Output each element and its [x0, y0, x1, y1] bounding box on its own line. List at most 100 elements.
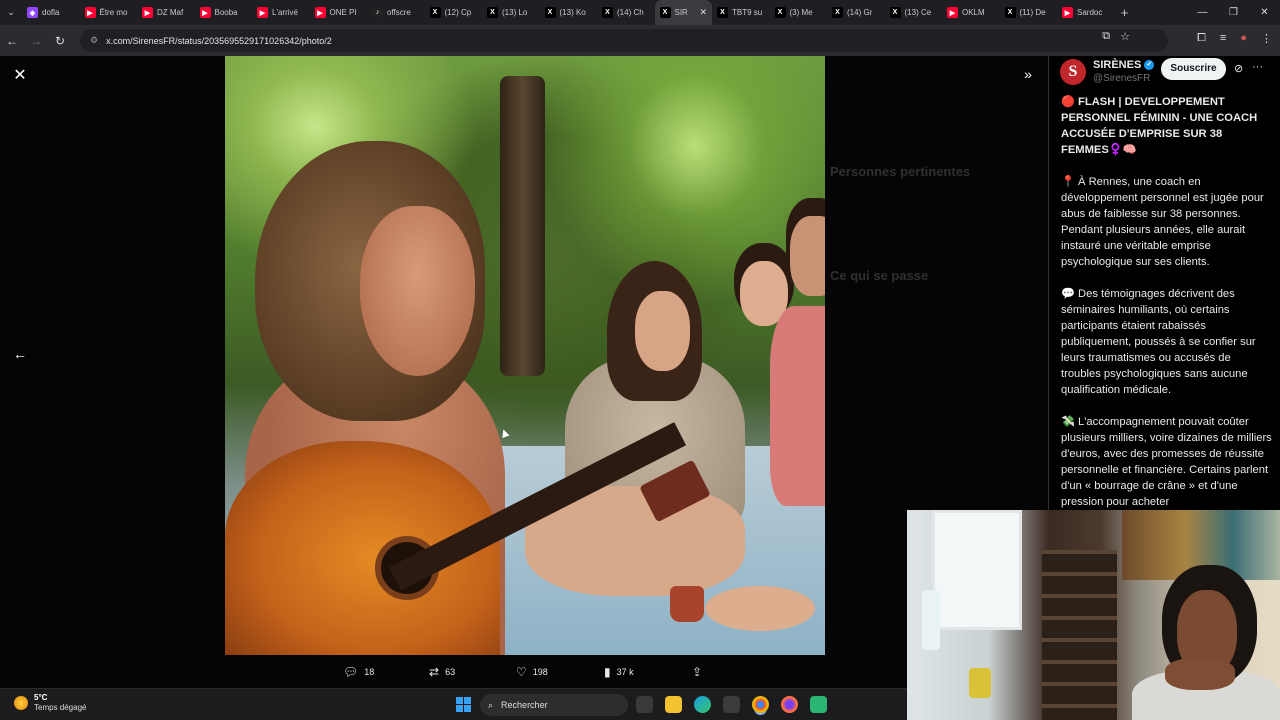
tab-label: Sardoc [1077, 8, 1103, 17]
tab-label: (14) Gr [847, 8, 873, 17]
author-name-row[interactable]: SIRÈNES ✓ [1093, 59, 1155, 71]
x-icon: X [1004, 7, 1016, 18]
subscribe-button[interactable]: Souscrire [1161, 58, 1226, 80]
share-icon: ⇪ [692, 665, 703, 679]
tab-search-icon[interactable]: ⌄ [0, 0, 22, 25]
tab-label: Être mo [99, 8, 128, 17]
youtube-icon: ▶ [1062, 7, 1073, 18]
profile-icon[interactable]: ● [1240, 32, 1247, 45]
minimize-icon[interactable]: — [1187, 7, 1218, 18]
tweet-photo [225, 56, 825, 655]
reply-button[interactable]: 💬︎ 18 [343, 665, 374, 679]
browser-tab[interactable]: ▶ L'arrivé [252, 0, 310, 25]
views-button[interactable]: ▮ 37 k [604, 665, 634, 679]
browser-tab[interactable]: ▶ OKLM [942, 0, 1000, 25]
store-icon[interactable] [723, 696, 740, 713]
url-text: x.com/SirenesFR/status/20356955291710263… [106, 35, 332, 46]
webcam-spray-bottle [922, 590, 940, 650]
guitarist-face [360, 206, 475, 376]
tab-label: (13) Ce [904, 8, 932, 17]
repost-button[interactable]: ⇄ 63 [429, 665, 455, 679]
browser-tab[interactable]: ♪ offscre [367, 0, 425, 25]
tab-label: dofla [42, 8, 60, 17]
new-tab-button[interactable]: + [1115, 5, 1135, 20]
close-window-icon[interactable]: ✕ [1249, 7, 1280, 18]
reply-count: 18 [364, 667, 375, 677]
windows-start-icon[interactable] [456, 697, 471, 712]
file-explorer-icon[interactable] [665, 696, 682, 713]
browser-tab[interactable]: ◆ dofla [22, 0, 80, 25]
sun-icon [14, 696, 28, 710]
webcam-jar [969, 668, 991, 698]
search-icon: ⌕ [488, 699, 494, 710]
media-control-icon[interactable]: ≡ [1220, 32, 1226, 45]
repost-count: 63 [445, 667, 456, 677]
browser-tab[interactable]: X (13) Ko [540, 0, 598, 25]
maximize-icon[interactable]: ❐ [1218, 7, 1249, 18]
seated-woman-face [635, 291, 690, 371]
tweet-text: 🔴 FLASH | DEVELOPPEMENT PERSONNEL FÉMINI… [1061, 94, 1273, 526]
windows-taskbar: 5°C Temps dégagé ⌕ Rechercher [0, 688, 907, 720]
tab-label: L'arrivé [272, 8, 298, 17]
address-bar[interactable]: ⚙ x.com/SirenesFR/status/203569552917102… [80, 29, 1168, 52]
taskbar-search[interactable]: ⌕ Rechercher [480, 694, 628, 716]
reload-icon[interactable]: ↻ [48, 34, 72, 48]
browser-tab[interactable]: ▶ ONE PI [310, 0, 368, 25]
like-count: 198 [532, 667, 548, 677]
browser-tab[interactable]: X SIR ✕ [654, 0, 712, 25]
weather-widget[interactable]: 5°C Temps dégagé [14, 693, 86, 713]
share-button[interactable]: ⇪ [692, 665, 702, 679]
avatar[interactable]: S [1060, 59, 1086, 85]
youtube-icon: ▶ [257, 7, 268, 18]
tab-list: ◆ dofla ▶ Être mo ▶ DZ Maf ▶ Booba ▶ L'arrivé ▶ ONE… [22, 0, 1115, 25]
forward-icon[interactable]: → [24, 34, 48, 48]
man-face [790, 216, 825, 296]
bookmark-star-icon[interactable]: ☆ [1120, 30, 1130, 43]
heart-icon: ♡ [516, 665, 527, 679]
grok-icon[interactable]: ⊘ [1234, 62, 1243, 75]
browser-tab[interactable]: ▶ Sardoc [1057, 0, 1115, 25]
site-info-icon[interactable]: ⚙ [90, 35, 98, 46]
youtube-icon: ▶ [314, 7, 326, 18]
tweet-header: S SIRÈNES ✓ @SirenesFR Souscrire ⊘ ··· [1049, 56, 1280, 92]
x-icon: X [602, 7, 613, 18]
browser-toolbar: ← → ↻ ⚙ x.com/SirenesFR/status/203569552… [0, 25, 1280, 56]
chrome-icon[interactable] [752, 696, 769, 713]
close-viewer-icon[interactable]: ✕ [10, 66, 30, 86]
task-view-icon[interactable] [636, 696, 653, 713]
browser-tab[interactable]: X (11) De [1000, 0, 1058, 25]
browser-tab[interactable]: ▶ DZ Maf [137, 0, 195, 25]
collapse-panel-icon[interactable]: » [1018, 66, 1038, 86]
tree-trunk [500, 76, 545, 376]
browser-tab[interactable]: X (12) Cp [425, 0, 483, 25]
tab-label: ONE PI [329, 8, 357, 17]
tab-close-icon[interactable]: ✕ [699, 7, 707, 18]
tweet-paragraph-2: 💬 Des témoignages décrivent des séminair… [1061, 288, 1256, 396]
browser-tab-strip: ⌄ ◆ dofla ▶ Être mo ▶ DZ Maf ▶ Booba ▶ L'arrivé ▶ O… [0, 0, 1280, 25]
x-icon: X [774, 7, 786, 18]
tab-label: (3) Me [789, 8, 813, 17]
browser-menu-icon[interactable]: ⋮ [1261, 32, 1272, 45]
browser-tab[interactable]: X (14) Gr [827, 0, 885, 25]
more-options-icon[interactable]: ··· [1252, 61, 1263, 73]
browser-tab[interactable]: X (3) Me [770, 0, 828, 25]
install-app-icon[interactable]: ⧉ [1102, 30, 1110, 43]
webcam-bookshelf [1042, 550, 1117, 720]
streamer-hands [1165, 658, 1235, 690]
browser-tab[interactable]: X TBT9 su [712, 0, 770, 25]
like-button[interactable]: ♡ 198 [516, 665, 548, 679]
previous-photo-icon[interactable]: ← [10, 346, 30, 366]
browser-tab[interactable]: X (13) Ce [885, 0, 943, 25]
browser-tab[interactable]: X (13) Lo [482, 0, 540, 25]
tab-label: (11) De [1019, 8, 1046, 17]
browser-tab[interactable]: ▶ Booba [195, 0, 253, 25]
author-handle[interactable]: @SirenesFR [1093, 73, 1150, 84]
x-icon: X [429, 7, 441, 18]
extensions-icon[interactable]: ⧠ [1197, 32, 1206, 45]
firefox-icon[interactable] [781, 696, 798, 713]
edge-icon[interactable] [694, 696, 711, 713]
messaging-app-icon[interactable] [810, 696, 827, 713]
browser-tab[interactable]: X (14) Ch [597, 0, 655, 25]
browser-tab[interactable]: ▶ Être mo [80, 0, 138, 25]
back-icon[interactable]: ← [0, 34, 24, 48]
